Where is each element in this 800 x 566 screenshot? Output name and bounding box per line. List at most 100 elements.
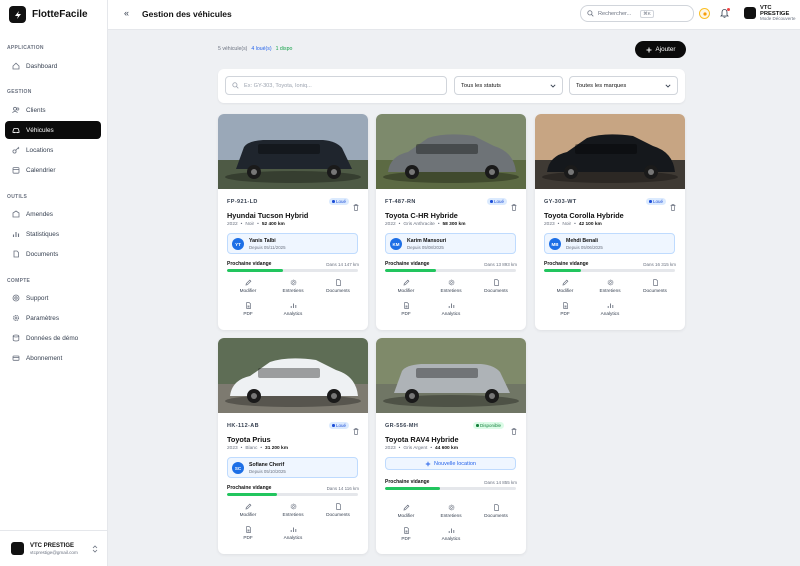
maintenance-button[interactable]: Entretiens [588,279,632,293]
sidebar-item-vehicles[interactable]: Véhicules [5,121,101,139]
modify-button-label: Modifier [239,288,257,293]
sidebar-item-demo-data[interactable]: Données de démo [5,329,101,347]
vehicle-meta: 2022 • Gris Anthracite • 58 300 km [385,222,466,227]
sidebar-item-statistics[interactable]: Statistiques [5,225,101,243]
sidebar-item-clients[interactable]: Clients [5,101,101,119]
new-location-button[interactable]: Nouvelle location [385,457,516,470]
analytics-icon [290,303,296,308]
oil-change-progress [385,487,516,490]
pdf-button-label: PDF [243,535,253,540]
add-vehicle-button[interactable]: Ajouter [635,41,686,58]
vehicle-color: Noir [245,222,255,227]
app-logo[interactable]: FlotteFacile [9,6,88,23]
company-avatar[interactable] [744,7,756,19]
sidebar-item-subscription[interactable]: Abonnement [5,349,101,367]
modify-button[interactable]: Modifier [543,279,587,293]
pdf-button-label: PDF [243,311,253,316]
trash-icon [511,428,517,435]
analytics-button[interactable]: Analytics [588,302,632,316]
maintenance-icon [448,504,454,511]
analytics-button[interactable]: Analytics [271,526,315,540]
vehicle-search-input[interactable]: Ex: GY-303, Toyota, Ioniq... [225,76,447,95]
theme-toggle-button[interactable] [699,8,710,19]
driver-since: Depuis 05/06/2025 [566,245,603,250]
pdf-button[interactable]: PDF [384,527,428,541]
modify-button[interactable]: Modifier [226,503,270,517]
documents-button[interactable]: Documents [633,279,677,293]
add-button-label: Ajouter [655,46,676,53]
driver-name: Mehdi Benali [566,238,598,244]
pdf-button[interactable]: PDF [226,302,270,316]
analytics-icon [290,527,296,532]
vehicle-meta: 2023 • Gris Argent • 44 600 km [385,446,458,451]
documents-button[interactable]: Documents [316,503,360,517]
assigned-driver[interactable]: KM Karim Mansouri Depuis 05/08/2025 [385,233,516,254]
fines-icon [12,210,20,218]
sidebar-item-calendar[interactable]: Calendrier [5,161,101,179]
analytics-button[interactable]: Analytics [271,302,315,316]
brand-filter-value: Toutes les marques [576,82,627,89]
maintenance-button[interactable]: Entretiens [271,503,315,517]
license-plate: GY-303-WT [544,199,577,205]
vehicle-color: Blanc [245,446,258,451]
documents-button[interactable]: Documents [316,279,360,293]
modify-button-label: Modifier [397,513,415,518]
analytics-button[interactable]: Analytics [429,527,473,541]
status-filter-select[interactable]: Tous les statuts [454,76,563,95]
documents-button[interactable]: Documents [474,279,518,293]
pdf-button[interactable]: PDF [384,302,428,316]
maintenance-button-label: Entretiens [440,513,462,518]
plus-icon [425,461,431,466]
maintenance-button[interactable]: Entretiens [429,504,473,518]
vehicle-card[interactable]: HK-112-AB Loué Toyota Prius 2023 • Blanc • 31 2… [218,338,368,554]
delete-vehicle-button[interactable] [670,198,676,216]
modify-button[interactable]: Modifier [384,279,428,293]
delete-vehicle-button[interactable] [353,198,359,216]
brand-filter-select[interactable]: Toutes les marques [569,76,678,95]
oil-change-label: Prochaine vidange [385,261,430,267]
modify-button[interactable]: Modifier [384,504,428,518]
maintenance-button[interactable]: Entretiens [271,279,315,293]
documents-button[interactable]: Documents [474,504,518,518]
avatar: YT [232,238,244,250]
sidebar-item-support[interactable]: Support [5,289,101,307]
summary-total: 5 véhicule(s) [218,46,248,52]
driver-since: Depuis 05/11/2025 [249,245,286,250]
sidebar-item-settings[interactable]: Paramètres [5,309,101,327]
collapse-sidebar-button[interactable]: « [124,8,129,18]
modify-button[interactable]: Modifier [226,279,270,293]
status-badge: Disponible [473,422,505,429]
sidebar-item-label: Locations [26,146,54,154]
pdf-button[interactable]: PDF [543,302,587,316]
sidebar-item-dashboard[interactable]: Dashboard [5,57,101,75]
support-icon [12,294,20,302]
vehicle-card[interactable]: GY-303-WT Loué Toyota Corolla Hybride 2023 •… [535,114,685,330]
global-search-input[interactable]: Rechercher... ⌘K [580,5,694,22]
vehicle-search-placeholder: Ex: GY-303, Toyota, Ioniq... [244,82,312,89]
vehicle-card[interactable]: GR-556-MH Disponible Toyota RAV4 Hybride 20… [376,338,526,554]
app-name: FlotteFacile [32,9,88,20]
assigned-driver[interactable]: SC Sofiane Cherif Depuis 05/10/2025 [227,457,358,478]
vehicle-model: Toyota RAV4 Hybride [385,435,459,444]
pdf-button[interactable]: PDF [226,526,270,540]
sidebar-item-locations[interactable]: Locations [5,141,101,159]
delete-vehicle-button[interactable] [511,422,517,440]
vehicle-card[interactable]: FP-921-LD Loué Hyundai Tucson Hybrid 2022 • N… [218,114,368,330]
assigned-driver[interactable]: YT Yanis Talbi Depuis 05/11/2025 [227,233,358,254]
modify-button-label: Modifier [397,288,415,293]
trash-icon [353,204,359,211]
vehicle-mileage: 52 400 km [261,222,285,227]
assigned-driver[interactable]: MB Mehdi Benali Depuis 05/06/2025 [544,233,675,254]
analytics-button[interactable]: Analytics [429,302,473,316]
delete-vehicle-button[interactable] [353,422,359,440]
pdf-button-label: PDF [560,311,570,316]
delete-vehicle-button[interactable] [511,198,517,216]
sidebar-item-documents[interactable]: Documents [5,245,101,263]
oil-change-label: Prochaine vidange [385,479,430,485]
vehicle-year: 2023 [385,446,396,451]
sidebar-item-fines[interactable]: Amendes [5,205,101,223]
vehicle-card[interactable]: FT-487-RN Loué Toyota C-HR Hybride 2022 • Gri… [376,114,526,330]
maintenance-button[interactable]: Entretiens [429,279,473,293]
oil-change-value: Dans 14 855 km [484,480,517,485]
account-switcher[interactable]: VTC PRESTIGE vtcprestige@gmail.com [0,530,107,566]
